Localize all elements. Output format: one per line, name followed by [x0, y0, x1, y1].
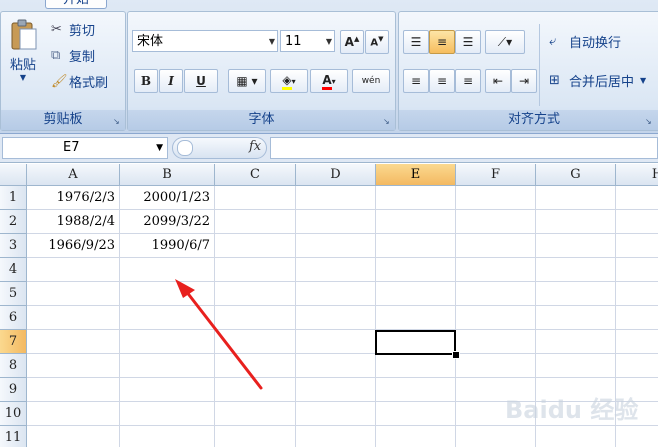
annotation-arrow [175, 279, 263, 390]
watermark: Baidu 经验 [505, 396, 639, 424]
